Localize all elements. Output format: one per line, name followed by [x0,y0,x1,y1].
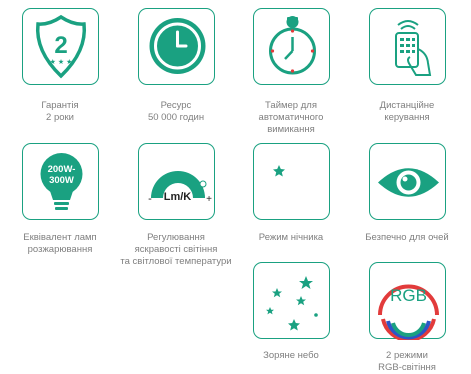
rgb-caption: 2 режими RGB-світіння [378,350,436,373]
resource-tile [138,8,215,85]
gauge-label: Lm/K [164,191,192,203]
eye-icon [378,168,439,197]
warranty-tile: 2 ★ ★ ★ [22,8,99,85]
night-tile [253,143,330,220]
bulb-text-1: 200W- [48,164,76,175]
plus-sign: + [206,194,212,205]
brightness-caption: Регулювання яскравості світіння та світлов… [120,232,232,267]
remote-tile [369,8,446,85]
warranty-caption: Гарантія 2 роки [41,100,79,123]
brightness-tile: Lm/K - + [138,143,215,220]
night-caption: Режим нічника [258,232,324,243]
timer-tile [253,8,330,85]
eye-caption: Безпечно для очей [365,232,449,243]
rgb-label: RGB [390,286,427,305]
dimmer-gauge-icon: Lm/K - + [148,171,212,205]
rgb-rainbow-icon: RGB [378,284,439,340]
remote-control-hand-icon [395,20,432,76]
rgb-tile: RGB [369,262,446,340]
moon-star-icon [273,158,320,206]
svg-text:★ ★ ★: ★ ★ ★ [50,58,73,66]
clock-icon [149,18,206,74]
warranty-badge: 2 [54,32,67,59]
bulb-text-2: 300W [49,175,74,186]
stars-icon [266,276,318,331]
eye-tile [369,143,446,220]
shield-2-icon: 2 ★ ★ ★ [35,14,87,79]
equivalent-caption: Еквівалент ламп розжарювання [23,232,97,255]
stars-tile [253,262,330,339]
remote-caption: Дистанційне керування [379,100,435,123]
stopwatch-icon [269,16,316,75]
equivalent-tile: 200W- 300W [22,143,99,220]
minus-sign: - [148,193,152,205]
resource-caption: Ресурс 50 000 годин [147,100,205,123]
timer-caption: Таймер для автоматичного вимикання [258,100,324,135]
stars-caption: Зоряне небо [263,350,319,361]
bulb-icon: 200W- 300W [40,153,83,210]
